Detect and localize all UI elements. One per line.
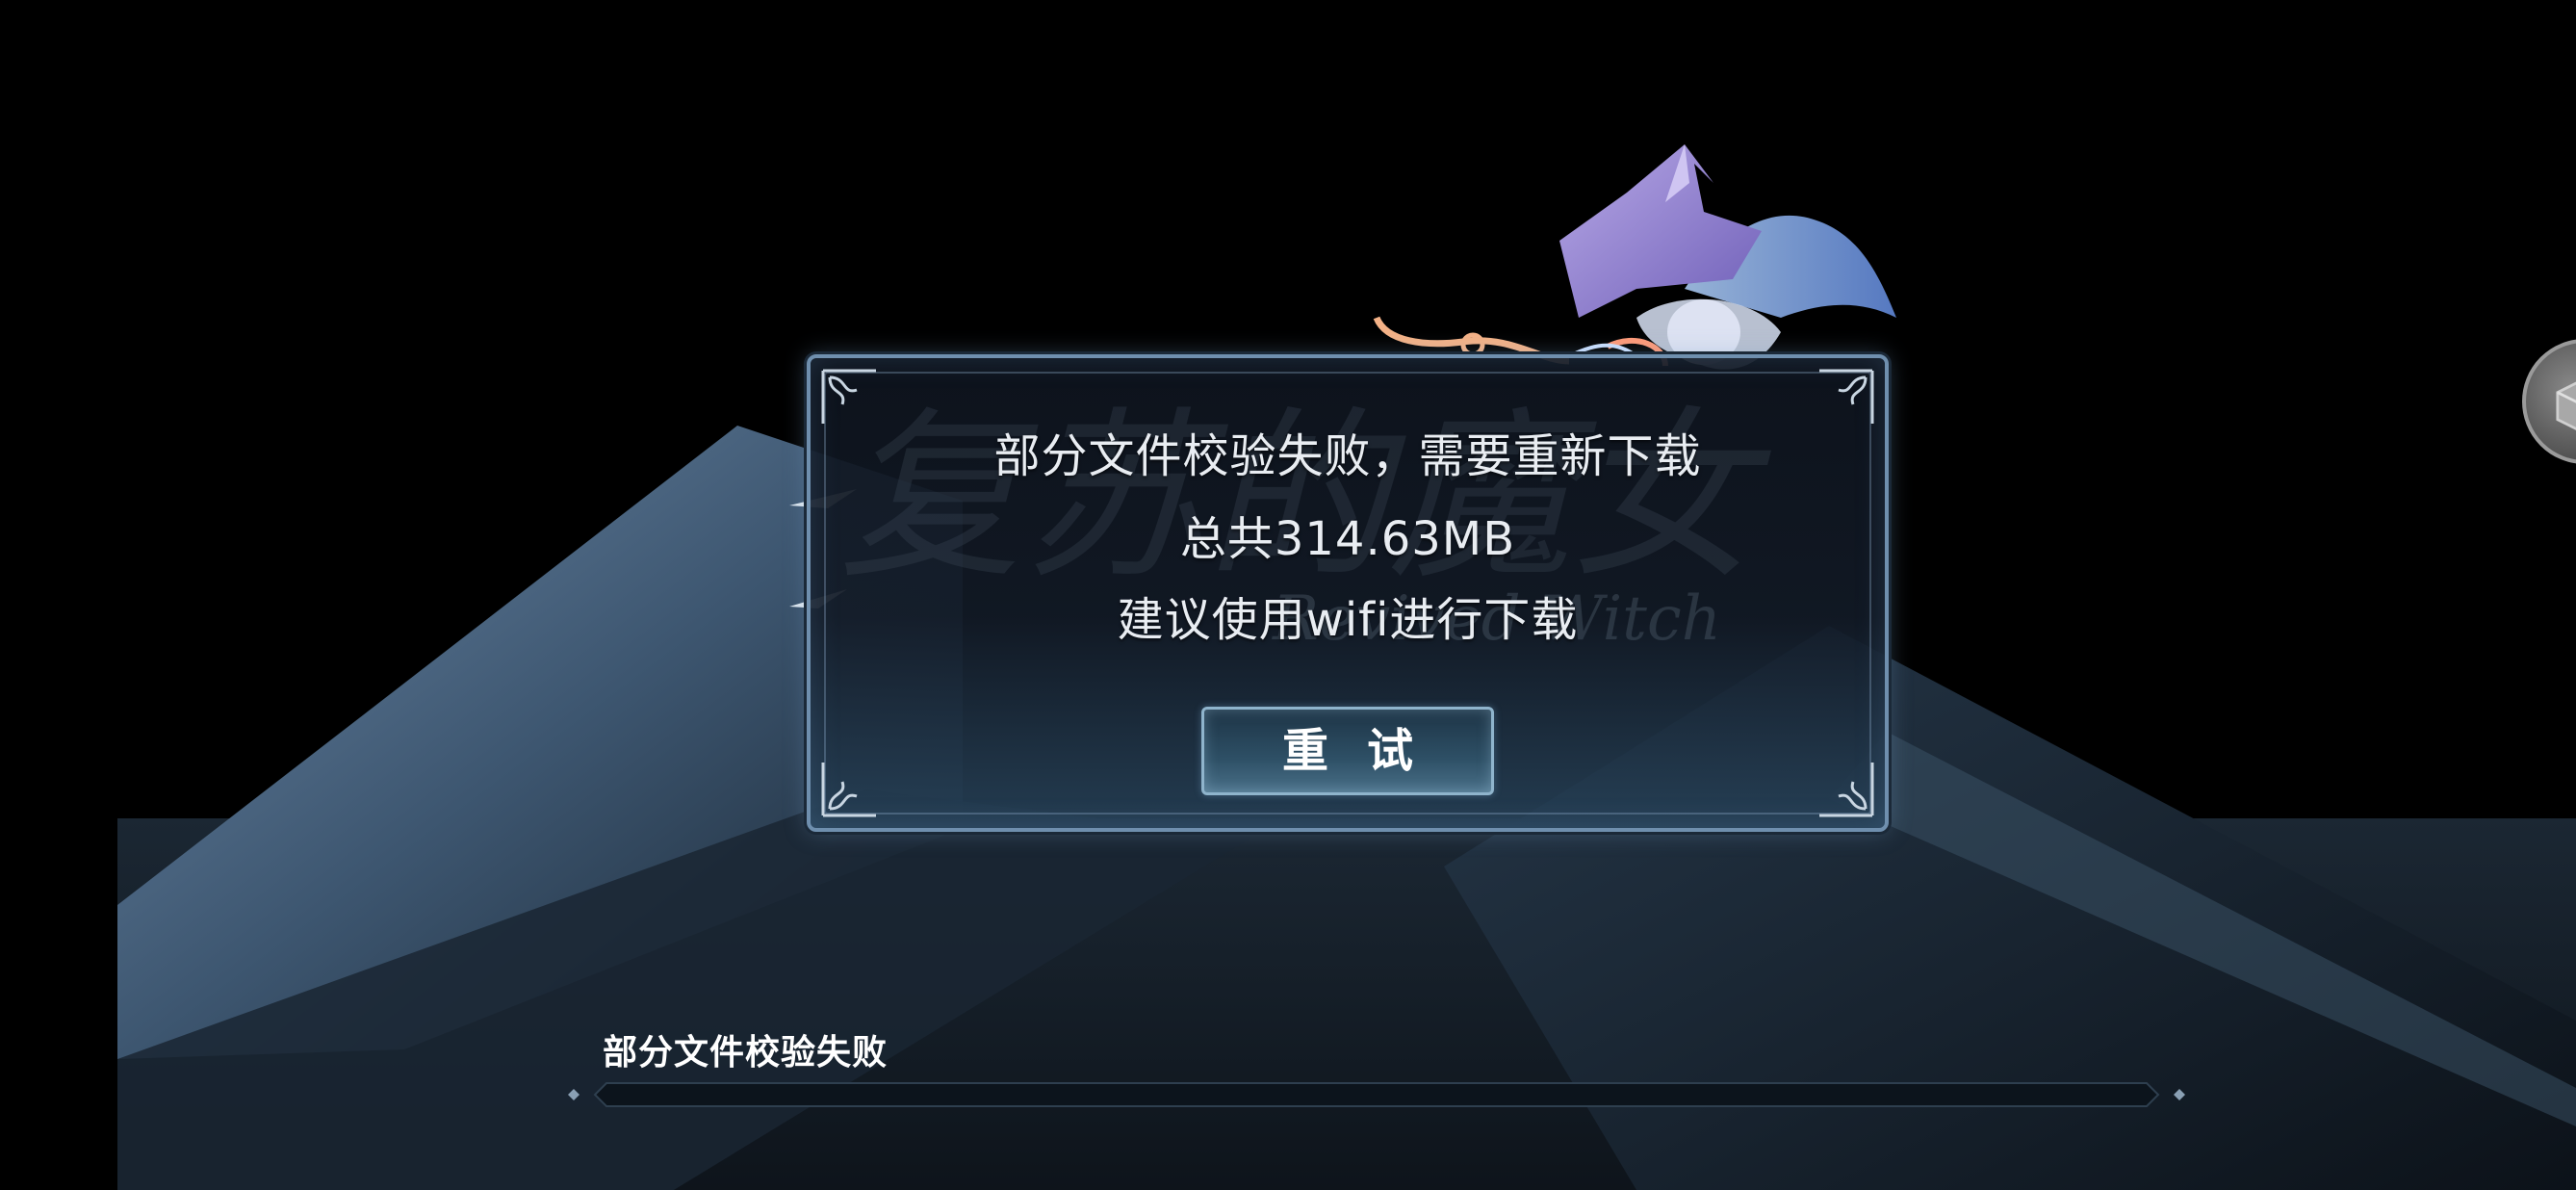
game-screen: 复苏的魔女 Revived Witch 部分文件校验失败，需要重新下载 总共31…: [0, 0, 2576, 1190]
download-progress-bar: [568, 1082, 2185, 1107]
status-message: 部分文件校验失败: [603, 1033, 889, 1073]
progress-right-cap: [2174, 1089, 2185, 1100]
cube-icon: [2556, 381, 2576, 430]
retry-button[interactable]: 重试: [1201, 707, 1494, 795]
error-message: 部分文件校验失败，需要重新下载: [993, 429, 1702, 483]
download-size: 总共314.63MB: [1179, 512, 1516, 566]
progress-left-cap: [568, 1089, 580, 1100]
wifi-suggestion: 建议使用wifi进行下载: [1117, 593, 1579, 647]
corner-ornament-icon: [821, 763, 876, 817]
corner-ornament-icon: [1819, 763, 1874, 817]
side-menu-button[interactable]: [2522, 339, 2576, 464]
download-error-dialog: 复苏的魔女 Revived Witch 部分文件校验失败，需要重新下载 总共31…: [807, 354, 1889, 832]
progress-track: [593, 1082, 2160, 1107]
